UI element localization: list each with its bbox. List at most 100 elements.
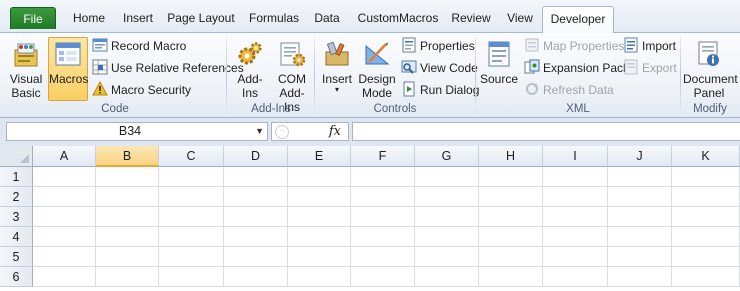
tab-page-layout[interactable]: Page Layout xyxy=(167,8,235,28)
tab-view[interactable]: View xyxy=(502,8,538,28)
row-header[interactable]: 5 xyxy=(0,247,33,267)
tab-review[interactable]: Review xyxy=(450,8,492,28)
grid-cell[interactable] xyxy=(543,207,608,227)
grid-cell[interactable] xyxy=(33,227,96,247)
grid-cell[interactable] xyxy=(479,267,543,287)
grid-cell[interactable] xyxy=(351,167,415,187)
grid-cell[interactable] xyxy=(351,267,415,287)
grid-cell[interactable] xyxy=(608,247,672,267)
select-all-corner[interactable] xyxy=(0,146,33,167)
grid-cell[interactable] xyxy=(159,207,224,227)
grid-cell[interactable] xyxy=(479,247,543,267)
grid-cell[interactable] xyxy=(96,167,159,187)
grid-cell[interactable] xyxy=(351,247,415,267)
record-macro-button[interactable]: Record Macro xyxy=(92,37,186,55)
grid-cell[interactable] xyxy=(288,207,351,227)
grid-cell[interactable] xyxy=(608,227,672,247)
grid-cell[interactable] xyxy=(479,167,543,187)
grid-cell[interactable] xyxy=(479,207,543,227)
row-header[interactable]: 6 xyxy=(0,267,33,287)
grid-cell[interactable] xyxy=(672,207,740,227)
grid-cell[interactable] xyxy=(543,167,608,187)
tab-file[interactable]: File xyxy=(10,7,56,29)
insert-function-icon[interactable]: fx xyxy=(329,123,341,140)
grid-cell[interactable] xyxy=(608,187,672,207)
export-button[interactable]: Export xyxy=(623,59,677,77)
tab-insert[interactable]: Insert xyxy=(115,8,161,28)
grid-cell[interactable] xyxy=(96,187,159,207)
grid-cell[interactable] xyxy=(288,187,351,207)
grid-cell[interactable] xyxy=(33,247,96,267)
grid-cell[interactable] xyxy=(415,207,479,227)
visual-basic-button[interactable]: Visual Basic xyxy=(6,37,46,101)
grid-cell[interactable] xyxy=(351,207,415,227)
grid-cell[interactable] xyxy=(608,207,672,227)
grid-cell[interactable] xyxy=(543,187,608,207)
grid-cell[interactable] xyxy=(159,247,224,267)
add-ins-button[interactable]: Add-Ins xyxy=(229,37,271,101)
grid-cell[interactable] xyxy=(415,247,479,267)
column-header[interactable]: J xyxy=(608,146,672,167)
column-header[interactable]: B xyxy=(96,146,159,167)
map-properties-button[interactable]: Map Properties xyxy=(524,37,624,55)
row-header[interactable]: 1 xyxy=(0,167,33,187)
row-header[interactable]: 4 xyxy=(0,227,33,247)
design-mode-button[interactable]: Design Mode xyxy=(356,37,398,101)
tab-formulas[interactable]: Formulas xyxy=(244,8,304,28)
column-header[interactable]: I xyxy=(543,146,608,167)
grid-cell[interactable] xyxy=(608,167,672,187)
grid-cell[interactable] xyxy=(415,187,479,207)
column-header[interactable]: G xyxy=(415,146,479,167)
grid-cell[interactable] xyxy=(479,187,543,207)
grid-cell[interactable] xyxy=(159,267,224,287)
view-code-button[interactable]: View Code xyxy=(401,59,478,77)
grid-cell[interactable] xyxy=(33,167,96,187)
use-relative-references-button[interactable]: Use Relative References xyxy=(92,59,244,77)
grid-cell[interactable] xyxy=(224,187,288,207)
row-header[interactable]: 3 xyxy=(0,207,33,227)
grid-cell[interactable] xyxy=(96,267,159,287)
grid-cell[interactable] xyxy=(224,207,288,227)
expansion-packs-button[interactable]: Expansion Packs xyxy=(524,59,635,77)
grid-cell[interactable] xyxy=(351,227,415,247)
grid-cell[interactable] xyxy=(33,267,96,287)
grid-cell[interactable] xyxy=(224,167,288,187)
tab-custommacros[interactable]: CustomMacros xyxy=(355,8,441,28)
column-header[interactable]: C xyxy=(159,146,224,167)
grid-cell[interactable] xyxy=(479,227,543,247)
column-header[interactable]: H xyxy=(479,146,543,167)
grid-cell[interactable] xyxy=(224,247,288,267)
column-header[interactable]: E xyxy=(288,146,351,167)
grid-cell[interactable] xyxy=(224,267,288,287)
grid-cell[interactable] xyxy=(415,267,479,287)
grid-cell[interactable] xyxy=(288,247,351,267)
grid-cell[interactable] xyxy=(415,227,479,247)
grid-cell[interactable] xyxy=(96,247,159,267)
grid-cell[interactable] xyxy=(543,247,608,267)
column-header[interactable]: A xyxy=(33,146,96,167)
grid-cell[interactable] xyxy=(672,187,740,207)
com-add-ins-button[interactable]: COM Add-Ins xyxy=(272,37,312,114)
grid-cell[interactable] xyxy=(543,267,608,287)
document-panel-button[interactable]: Document Panel xyxy=(682,37,738,101)
source-button[interactable]: Source xyxy=(479,37,519,101)
macro-security-button[interactable]: Macro Security xyxy=(92,81,191,99)
grid-cell[interactable] xyxy=(415,167,479,187)
column-header[interactable]: D xyxy=(224,146,288,167)
row-header[interactable]: 2 xyxy=(0,187,33,207)
import-button[interactable]: Import xyxy=(623,37,676,55)
grid-cell[interactable] xyxy=(96,227,159,247)
run-dialog-button[interactable]: Run Dialog xyxy=(401,81,479,99)
grid-cell[interactable] xyxy=(159,227,224,247)
column-header[interactable]: K xyxy=(672,146,740,167)
column-header[interactable]: F xyxy=(351,146,415,167)
chevron-down-icon[interactable]: ▼ xyxy=(255,123,264,140)
grid-cell[interactable] xyxy=(33,187,96,207)
tab-data[interactable]: Data xyxy=(310,8,344,28)
grid-cell[interactable] xyxy=(288,167,351,187)
grid-cell[interactable] xyxy=(159,167,224,187)
grid-cell[interactable] xyxy=(672,267,740,287)
grid-cell[interactable] xyxy=(33,207,96,227)
grid-cell[interactable] xyxy=(672,227,740,247)
name-box[interactable]: B34 ▼ xyxy=(6,122,268,141)
